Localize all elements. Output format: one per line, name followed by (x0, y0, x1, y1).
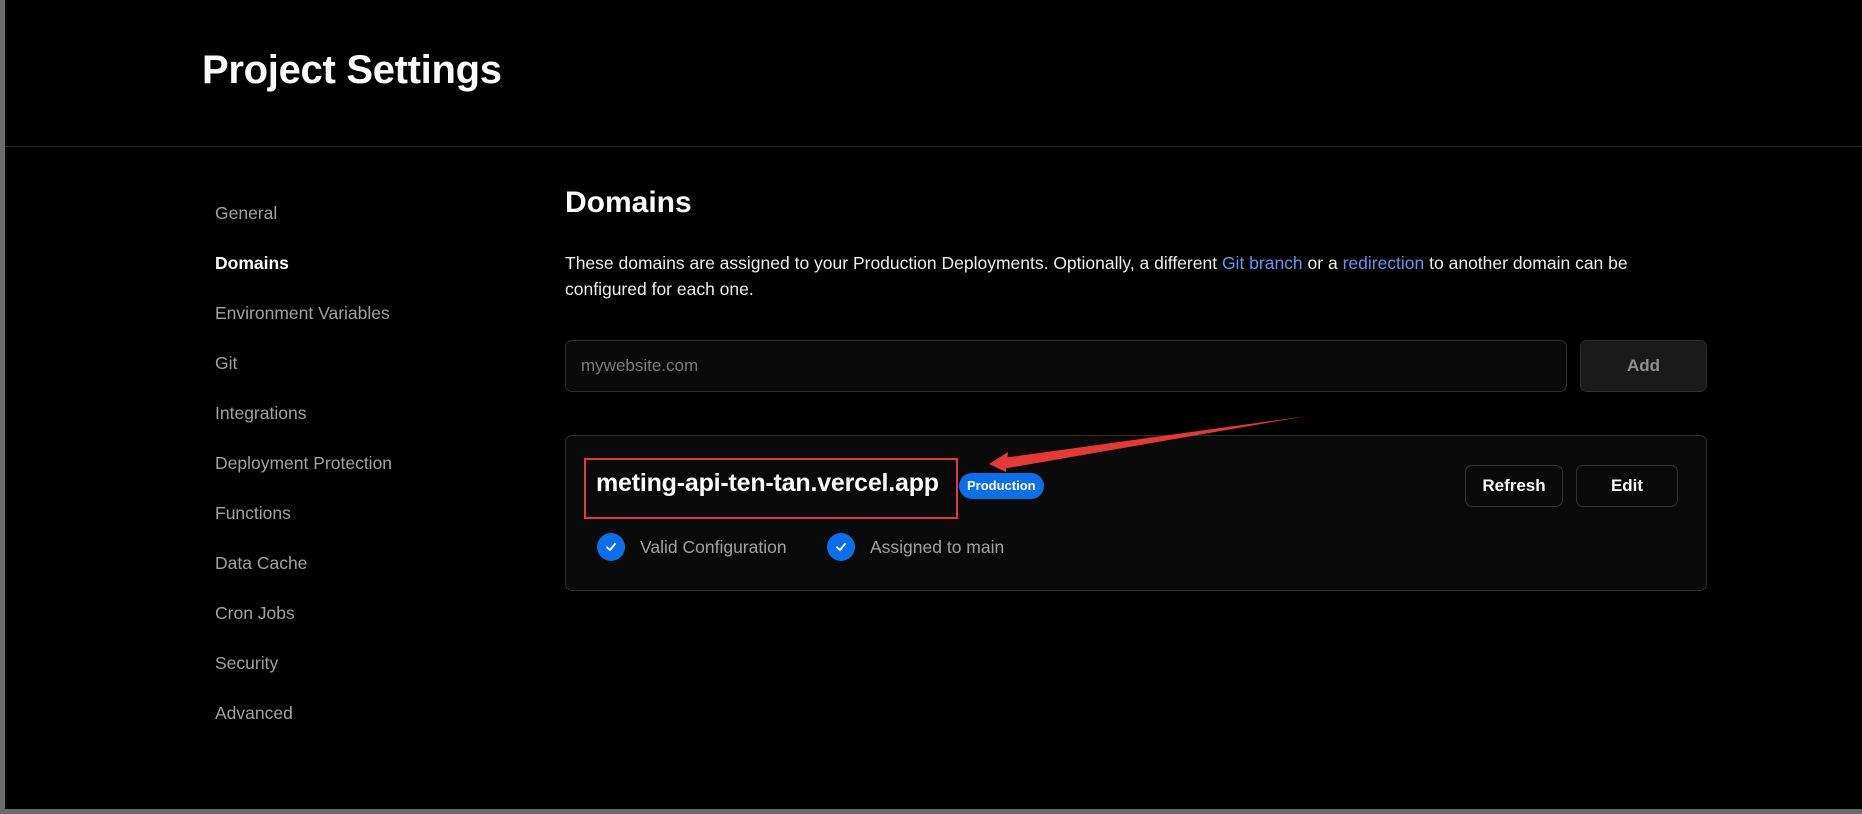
git-branch-link[interactable]: Git branch (1222, 253, 1303, 273)
domain-name[interactable]: meting-api-ten-tan.vercel.app (596, 469, 939, 498)
add-button[interactable]: Add (1580, 340, 1707, 392)
app-window: Project Settings General Domains Environ… (0, 0, 1862, 814)
sidebar-item-cron-jobs[interactable]: Cron Jobs (215, 598, 495, 648)
domain-input[interactable] (565, 340, 1567, 392)
sidebar-item-functions[interactable]: Functions (215, 498, 495, 548)
check-icon (827, 533, 855, 561)
sidebar-item-deployment-protection[interactable]: Deployment Protection (215, 448, 495, 498)
domains-section: Domains These domains are assigned to yo… (565, 186, 1707, 591)
status-label: Assigned to main (870, 536, 1005, 557)
sidebar-item-integrations[interactable]: Integrations (215, 398, 495, 448)
production-badge: Production (959, 473, 1044, 499)
refresh-button[interactable]: Refresh (1465, 465, 1563, 507)
page-header: Project Settings (5, 0, 1862, 147)
sidebar-item-data-cache[interactable]: Data Cache (215, 548, 495, 598)
description-text: These domains are assigned to your Produ… (565, 253, 1222, 273)
sidebar-item-environment-variables[interactable]: Environment Variables (215, 298, 495, 348)
status-assigned-branch: Assigned to main (827, 533, 1004, 561)
sidebar-item-git[interactable]: Git (215, 348, 495, 398)
sidebar-item-general[interactable]: General (215, 198, 495, 248)
sidebar-item-domains[interactable]: Domains (215, 248, 495, 298)
check-icon (597, 533, 625, 561)
section-title: Domains (565, 186, 692, 219)
section-description: These domains are assigned to your Produ… (565, 250, 1707, 302)
status-label: Valid Configuration (640, 536, 787, 557)
edit-button[interactable]: Edit (1576, 465, 1678, 507)
status-valid-configuration: Valid Configuration (597, 533, 787, 561)
description-text: or a (1302, 253, 1343, 273)
settings-sidebar: General Domains Environment Variables Gi… (215, 198, 495, 748)
redirection-link[interactable]: redirection (1343, 253, 1425, 273)
sidebar-item-advanced[interactable]: Advanced (215, 698, 495, 748)
page-title: Project Settings (202, 48, 502, 92)
domain-card: meting-api-ten-tan.vercel.app Production… (565, 435, 1707, 591)
sidebar-item-security[interactable]: Security (215, 648, 495, 698)
add-domain-row: Add (565, 340, 1707, 392)
